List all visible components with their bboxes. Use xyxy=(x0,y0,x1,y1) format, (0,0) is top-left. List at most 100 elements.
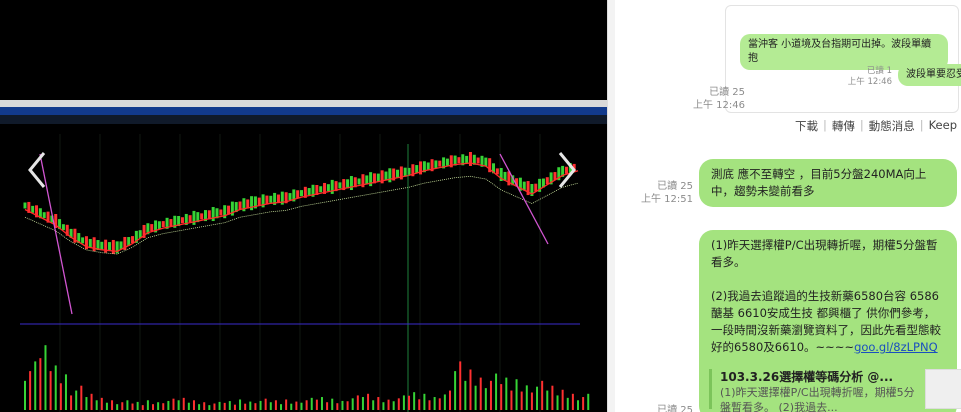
volume-bar xyxy=(162,403,165,410)
volume-bar xyxy=(136,401,139,410)
volume-bar xyxy=(218,401,221,410)
volume-bar xyxy=(187,402,190,410)
volume-bar xyxy=(582,397,585,410)
candle xyxy=(61,224,65,231)
keep-action[interactable]: Keep xyxy=(929,118,957,134)
volume-bar xyxy=(413,392,416,410)
volume-bar xyxy=(515,379,518,410)
volume-bar xyxy=(520,391,523,410)
volume-bar xyxy=(423,393,426,410)
stock-chart xyxy=(0,124,607,412)
volume-bar xyxy=(233,404,236,410)
panel-divider[interactable] xyxy=(607,0,615,412)
app-toolbar xyxy=(0,115,607,124)
volume-bar xyxy=(566,397,569,410)
stock-chart-svg xyxy=(0,124,607,412)
volume-bar xyxy=(479,377,482,410)
volume-bar xyxy=(49,371,52,410)
volume-bar xyxy=(346,401,349,410)
chat-panel: 當沖客 小道境及台指期可出掉。波段單續抱 已讀 1 上午 12:46 波段單要忍… xyxy=(615,0,961,412)
candle xyxy=(100,241,104,250)
candle xyxy=(107,242,111,252)
volume-bar xyxy=(121,402,124,410)
read-status-c: 已讀 25 xyxy=(657,405,693,412)
message-c-link[interactable]: goo.gl/8zLPNQ xyxy=(854,340,938,354)
candle xyxy=(269,195,273,203)
volume-bar xyxy=(203,402,206,410)
volume-bar xyxy=(408,395,411,410)
candle xyxy=(192,210,196,225)
candle xyxy=(200,213,204,220)
candle xyxy=(300,190,303,197)
candle xyxy=(31,205,35,213)
app-titlebar xyxy=(0,107,607,115)
volume-bar xyxy=(510,390,513,410)
message-c-part2: (2)我過去追蹤過的生技新藥6580台容 6586 醣基 6610安成生技 都興… xyxy=(711,289,941,354)
volume-bar xyxy=(356,395,359,410)
volume-bar xyxy=(280,404,283,410)
volume-bar xyxy=(54,365,57,410)
volume-bar xyxy=(192,400,195,410)
read-status-a: 已讀 25 上午 12:46 xyxy=(693,87,745,111)
volume-bar xyxy=(536,386,539,410)
candle xyxy=(188,215,192,223)
volume-bar xyxy=(310,397,313,410)
volume-bar xyxy=(34,361,37,410)
next-image-arrow[interactable] xyxy=(552,150,582,190)
timeline-action[interactable]: 動態消息 xyxy=(869,118,915,134)
candle xyxy=(388,168,392,183)
link-preview[interactable]: 103.3.26選擇權等碼分析 @... (1)昨天選擇權P/C出現轉折喔，期權… xyxy=(709,369,921,412)
volume-bar xyxy=(418,399,421,410)
volume-bar xyxy=(489,380,492,410)
candle xyxy=(157,221,161,230)
volume-bar xyxy=(269,402,272,410)
volume-bar xyxy=(367,393,370,410)
volume-bar xyxy=(530,392,533,410)
candle xyxy=(357,178,361,185)
volume-bar xyxy=(320,397,323,410)
message-actions: 下載 | 轉傳 | 動態消息 | Keep xyxy=(794,118,957,134)
volume-bar xyxy=(274,400,277,410)
chart-screenshot xyxy=(0,100,607,412)
app-menubar xyxy=(0,100,607,107)
volume-bar xyxy=(177,400,180,410)
volume-bar xyxy=(223,402,226,410)
volume-bar xyxy=(285,399,288,410)
volume-bar xyxy=(157,402,160,410)
candle xyxy=(92,237,96,252)
image-message-card[interactable]: 當沖客 小道境及台指期可出掉。波段單續抱 已讀 1 上午 12:46 波段單要忍… xyxy=(725,5,961,113)
volume-bar xyxy=(75,390,78,410)
volume-bar xyxy=(331,398,334,410)
volume-bar xyxy=(105,402,108,410)
volume-bar xyxy=(300,402,303,410)
candle xyxy=(288,193,292,201)
candle xyxy=(257,197,261,206)
candle xyxy=(169,219,173,227)
volume-bar xyxy=(561,389,564,410)
download-action[interactable]: 下載 xyxy=(795,118,818,134)
volume-bar xyxy=(64,374,67,410)
forward-action[interactable]: 轉傳 xyxy=(832,118,855,134)
volume-bar xyxy=(290,403,293,410)
volume-bar xyxy=(454,371,457,410)
volume-bar xyxy=(397,398,400,410)
volume-bar xyxy=(90,393,93,410)
volume-bar xyxy=(469,369,472,410)
volume-bar xyxy=(131,403,134,410)
link-preview-thumbnail xyxy=(925,369,961,409)
candle xyxy=(319,186,323,193)
volume-bar xyxy=(351,398,354,410)
volume-bar xyxy=(24,380,26,410)
volume-bar xyxy=(172,398,175,410)
link-preview-title: 103.3.26選擇權等碼分析 @... xyxy=(720,370,894,384)
volume-bar xyxy=(541,380,544,410)
candle xyxy=(468,152,472,166)
card-read-status: 已讀 1 上午 12:46 xyxy=(847,66,892,87)
chevron-right-icon xyxy=(558,152,576,188)
volume-bar xyxy=(249,401,252,410)
candle xyxy=(415,165,419,174)
volume-bar xyxy=(244,403,247,410)
candle xyxy=(307,188,311,196)
message-bubble-b: 測底 應不至轉空 ，目前5分盤240MA向上中，趨勢未變前看多 xyxy=(699,159,957,207)
prev-image-arrow[interactable] xyxy=(22,150,52,190)
